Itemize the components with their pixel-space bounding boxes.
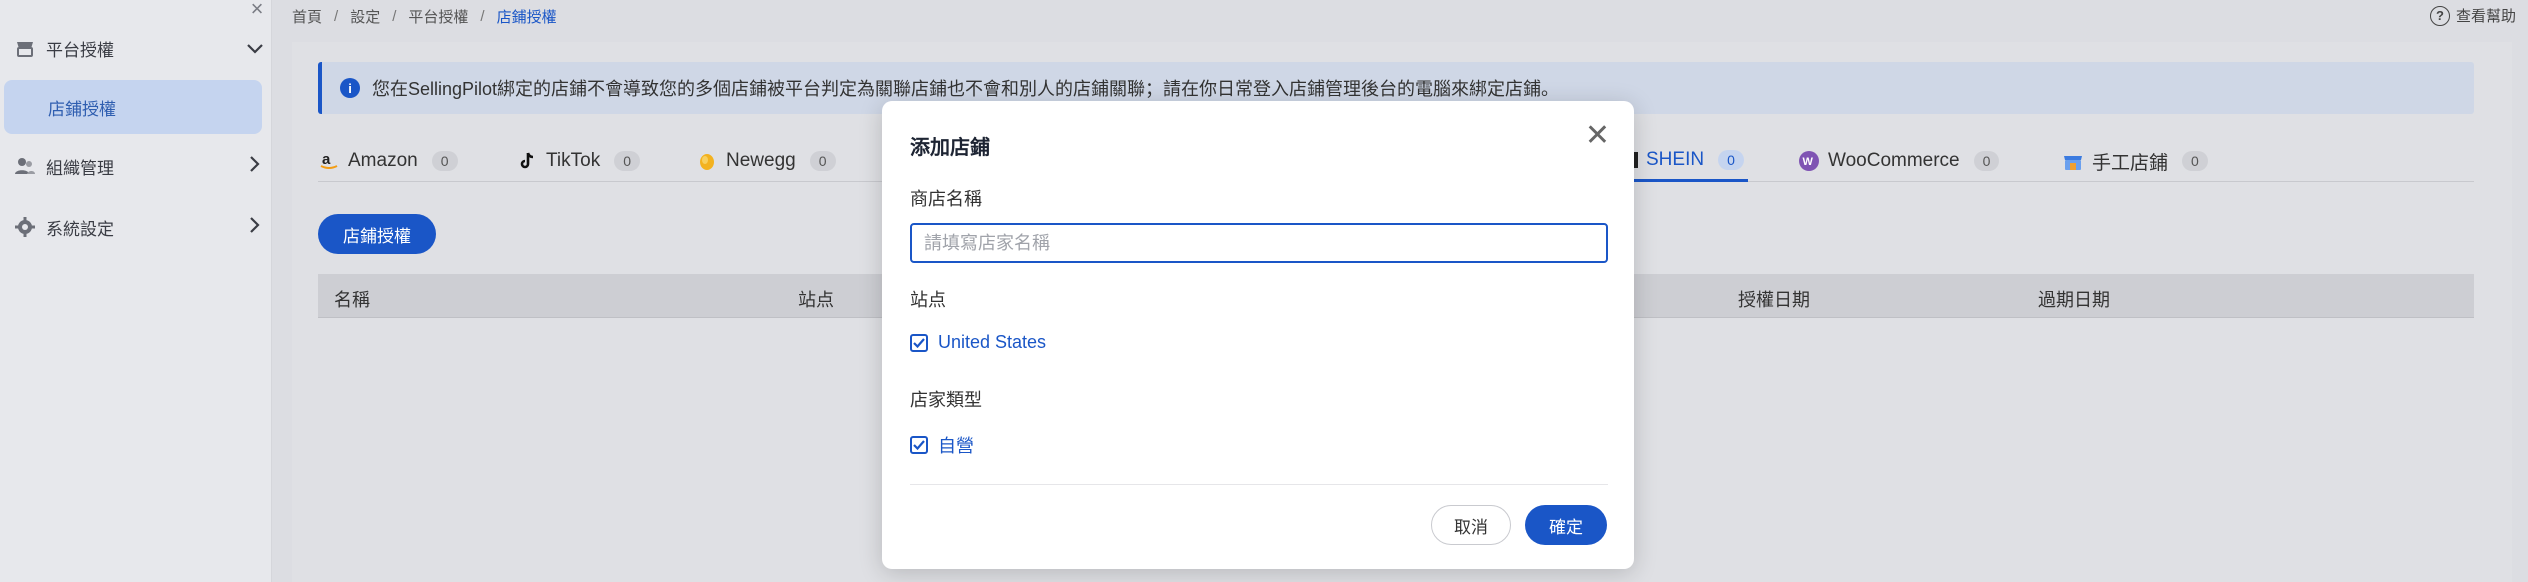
add-store-dialog: 添加店鋪 ✕ 商店名稱 站点 United States 店家類型 自營 取消 …	[882, 101, 1634, 569]
site-label: 站点	[910, 290, 946, 310]
confirm-button[interactable]: 確定	[1525, 505, 1607, 545]
store-name-input[interactable]	[910, 223, 1608, 263]
close-icon[interactable]: ✕	[1585, 121, 1610, 151]
checkbox-checked-icon	[910, 333, 928, 352]
site-option-label: United States	[938, 332, 1047, 352]
checkbox-checked-icon	[910, 436, 928, 454]
dialog-title: 添加店鋪	[910, 137, 990, 159]
seller-type-checkbox[interactable]: 自營	[910, 432, 974, 458]
store-name-label: 商店名稱	[910, 189, 982, 209]
cancel-button[interactable]: 取消	[1431, 505, 1511, 545]
seller-type-label: 店家類型	[910, 390, 982, 410]
seller-type-option-label: 自營	[938, 436, 974, 456]
site-checkbox[interactable]: United States	[910, 332, 1046, 353]
dialog-divider	[910, 484, 1608, 485]
